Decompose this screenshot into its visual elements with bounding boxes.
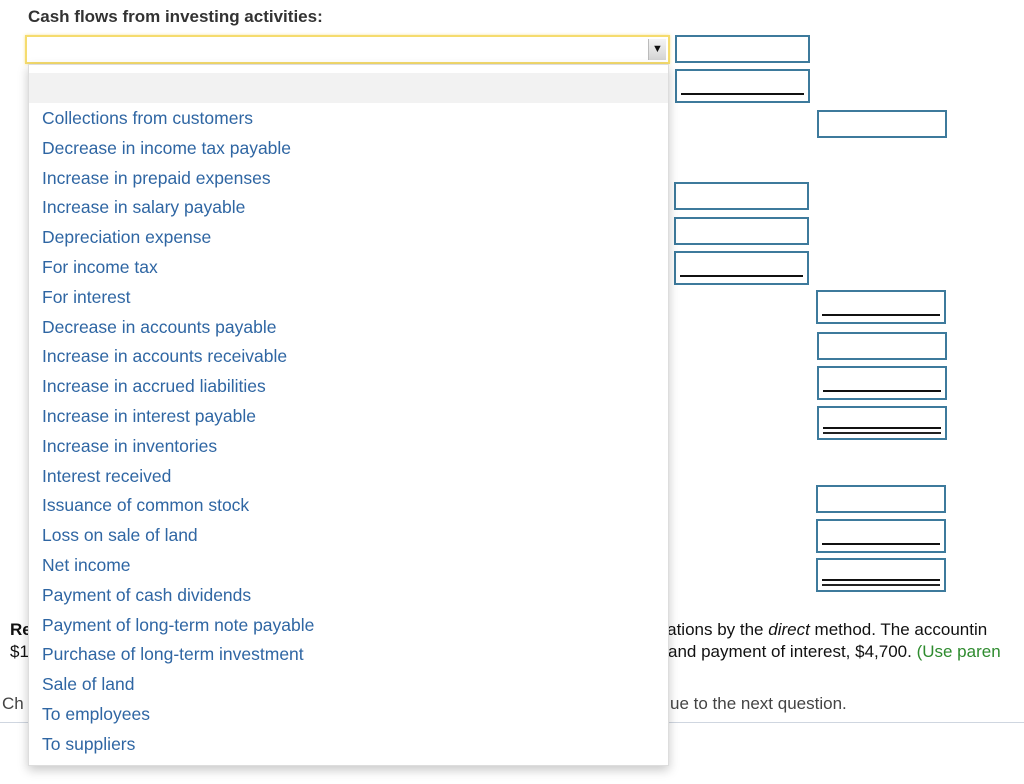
- line-item-select[interactable]: ▼: [25, 35, 670, 64]
- total-input-2[interactable]: [816, 290, 946, 324]
- amount-input-4[interactable]: [674, 217, 809, 245]
- dropdown-option[interactable]: Decrease in income tax payable: [29, 133, 668, 163]
- amount-input-1[interactable]: [675, 35, 810, 63]
- dropdown-option[interactable]: Issuance of common stock: [29, 490, 668, 520]
- question-text-emphasis: direct: [768, 620, 810, 639]
- dropdown-option[interactable]: Sale of land: [29, 669, 668, 699]
- dropdown-option[interactable]: Loss on sale of land: [29, 520, 668, 550]
- amount-input-2[interactable]: [675, 69, 810, 103]
- dropdown-option[interactable]: Increase in accrued liabilities: [29, 371, 668, 401]
- amount-input-5[interactable]: [674, 251, 809, 285]
- dropdown-option[interactable]: Decrease in accounts payable: [29, 312, 668, 342]
- line-item-dropdown[interactable]: Collections from customers Decrease in in…: [28, 64, 669, 766]
- footer-text-start: Ch: [2, 694, 24, 713]
- total-input-7[interactable]: [816, 519, 946, 553]
- instruction-hint: (Use paren: [916, 642, 1001, 661]
- amount-input-3[interactable]: [674, 182, 809, 210]
- total-input-1[interactable]: [817, 110, 947, 138]
- question-text-line2: and payment of interest, $4,700. (Use pa…: [668, 642, 1001, 662]
- dropdown-option[interactable]: Net income: [29, 550, 668, 580]
- dropdown-option[interactable]: Payment of long-term note payable: [29, 610, 668, 640]
- dropdown-option[interactable]: Increase in inventories: [29, 431, 668, 461]
- total-input-4[interactable]: [817, 366, 947, 400]
- dropdown-option[interactable]: Increase in interest payable: [29, 401, 668, 431]
- dropdown-option[interactable]: For income tax: [29, 252, 668, 282]
- total-input-6[interactable]: [816, 485, 946, 513]
- dropdown-option[interactable]: To employees: [29, 699, 668, 729]
- section-heading: Cash flows from investing activities:: [28, 7, 323, 26]
- question-text-a: erations by the: [652, 620, 769, 639]
- dropdown-option[interactable]: Payment of cash dividends: [29, 580, 668, 610]
- footer-text-end: ue to the next question.: [670, 694, 847, 713]
- dropdown-option[interactable]: To suppliers: [29, 729, 668, 759]
- total-input-3[interactable]: [817, 332, 947, 360]
- question-amount-start: $1: [10, 642, 29, 661]
- dropdown-option[interactable]: For interest: [29, 282, 668, 312]
- question-text-line1: erations by the direct method. The accou…: [652, 620, 987, 640]
- total-input-8[interactable]: [816, 558, 946, 592]
- question-text-c: and payment of interest, $4,700.: [668, 642, 917, 661]
- dropdown-option[interactable]: Increase in salary payable: [29, 192, 668, 222]
- total-input-5[interactable]: [817, 406, 947, 440]
- dropdown-options: Collections from customers Decrease in in…: [29, 103, 668, 759]
- dropdown-option-blank[interactable]: [29, 73, 668, 103]
- dropdown-option[interactable]: Purchase of long-term investment: [29, 639, 668, 669]
- dropdown-option[interactable]: Collections from customers: [29, 103, 668, 133]
- dropdown-option[interactable]: Increase in prepaid expenses: [29, 163, 668, 193]
- chevron-down-icon[interactable]: ▼: [648, 39, 666, 60]
- dropdown-option[interactable]: Interest received: [29, 461, 668, 491]
- question-text-b: method. The accountin: [809, 620, 988, 639]
- dropdown-option[interactable]: Increase in accounts receivable: [29, 341, 668, 371]
- dropdown-option[interactable]: Depreciation expense: [29, 222, 668, 252]
